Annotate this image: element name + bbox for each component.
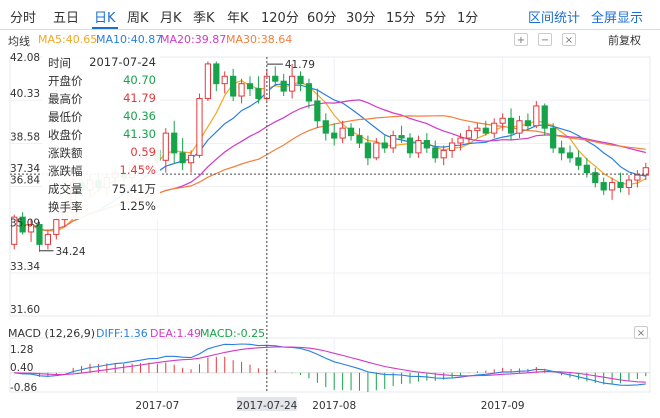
candle-body: [238, 83, 245, 97]
macd-y-tick-label: 1.28: [10, 344, 33, 356]
candle-body: [331, 132, 338, 139]
macd-y-tick-label: -0.86: [10, 382, 37, 394]
tooltip-row-high: 最高价 41.79: [48, 91, 156, 106]
diff-line: [14, 343, 646, 386]
y-tick-label: 33.34: [10, 261, 40, 273]
x-tick-label: 2017-08: [312, 400, 356, 412]
y-tick-label: 42.08: [10, 52, 40, 64]
candle-body: [600, 182, 607, 191]
candle-body: [339, 127, 346, 139]
tooltip-row-open: 开盘价 40.70: [48, 73, 156, 88]
tooltip-row-close: 收盘价 41.30: [48, 127, 156, 142]
candle-body: [583, 164, 590, 174]
candle-body: [491, 122, 498, 134]
candle-body: [575, 157, 582, 166]
candle-body: [457, 137, 464, 144]
candle-body: [162, 132, 169, 161]
candle-body: [465, 130, 473, 139]
candle-body: [297, 75, 304, 85]
candle-body: [507, 117, 515, 134]
macd-legend-label: MACD (12,26,9): [8, 327, 96, 340]
candle-body: [221, 75, 228, 85]
candle-body: [347, 127, 355, 137]
candle-body: [44, 233, 52, 245]
candle-body: [558, 147, 565, 154]
candle-body: [314, 100, 321, 122]
y-tick-label: 36.84: [10, 175, 40, 187]
tooltip-row-turnover: 换手率 1.25%: [48, 199, 156, 214]
tooltip-row-change: 涨跌额 0.59: [48, 145, 156, 160]
candle-body: [390, 135, 397, 149]
candle-body: [440, 149, 447, 159]
candle-body: [204, 63, 212, 100]
x-tick-label: 2017-07-24: [236, 400, 297, 412]
macd-close-button[interactable]: ×: [634, 326, 648, 339]
candle-body: [566, 152, 574, 159]
candle-body: [364, 142, 372, 159]
tooltip-row-volume: 成交量 75.41万: [48, 182, 156, 196]
candle-body: [246, 83, 254, 90]
y-tick-label: 38.58: [10, 131, 40, 143]
candle-body: [516, 120, 523, 134]
candle-body: [187, 154, 195, 164]
x-tick-label: 2017-07: [135, 400, 179, 412]
candle-body: [533, 105, 540, 127]
candle-body: [356, 135, 363, 144]
candle-body: [53, 219, 60, 235]
candle-body: [406, 137, 414, 154]
macd-value: MACD:-0.25: [200, 327, 266, 340]
x-tick-label: 2017-09: [481, 400, 525, 412]
macd-y-tick-label: 0.40: [10, 362, 33, 374]
candle-body: [263, 75, 270, 100]
candle-body: [432, 147, 439, 159]
candle-body: [625, 179, 633, 188]
candle-body: [499, 117, 506, 124]
tooltip-row-change-pct: 涨跌幅 1.45%: [48, 163, 156, 178]
candle-body: [213, 63, 220, 85]
macd-panel: 1.28 0.40 -0.86: [9, 337, 651, 394]
candle-body: [288, 75, 296, 92]
crosshair-price-label: 37.34: [10, 163, 40, 175]
candle-body: [230, 75, 237, 97]
candle-tooltip: 时间 2017-07-24 开盘价 40.70 最高价 41.79 最低价 40…: [42, 53, 160, 219]
candle-body: [280, 80, 287, 92]
candle-body: [608, 182, 616, 191]
candle-body: [196, 98, 203, 156]
candle-body: [179, 152, 186, 164]
candle-body: [415, 140, 422, 154]
y-tick-label: 31.60: [10, 304, 40, 316]
y-tick-label: 35.09: [10, 218, 40, 230]
candle-body: [482, 127, 489, 134]
dea-value: DEA:1.49: [150, 327, 201, 340]
candle-body: [474, 127, 481, 132]
high-marker-label: 41.79: [285, 59, 315, 71]
candle-body: [524, 120, 532, 127]
candle-body: [448, 142, 456, 151]
candle-body: [634, 174, 641, 181]
low-marker-label: 34.24: [55, 246, 85, 258]
diff-value: DIFF:1.36: [96, 327, 148, 340]
candle-body: [373, 142, 380, 159]
tooltip-row-date: 时间 2017-07-24: [48, 55, 156, 70]
candle-body: [381, 142, 388, 149]
y-tick-label: 40.33: [10, 88, 40, 100]
candle-body: [617, 182, 624, 188]
candle-body: [423, 140, 430, 149]
candle-body: [171, 132, 178, 154]
candle-body: [322, 120, 329, 134]
macd-legend: MACD (12,26,9) DIFF:1.36 DEA:1.49 MACD:-…: [0, 324, 660, 342]
candle-body: [305, 83, 313, 102]
candle-body: [541, 105, 548, 129]
tooltip-row-low: 最低价 40.36: [48, 109, 156, 124]
candle-body: [255, 88, 262, 100]
candle-body: [550, 127, 557, 149]
candle-body: [398, 135, 405, 139]
candle-body: [272, 75, 279, 82]
